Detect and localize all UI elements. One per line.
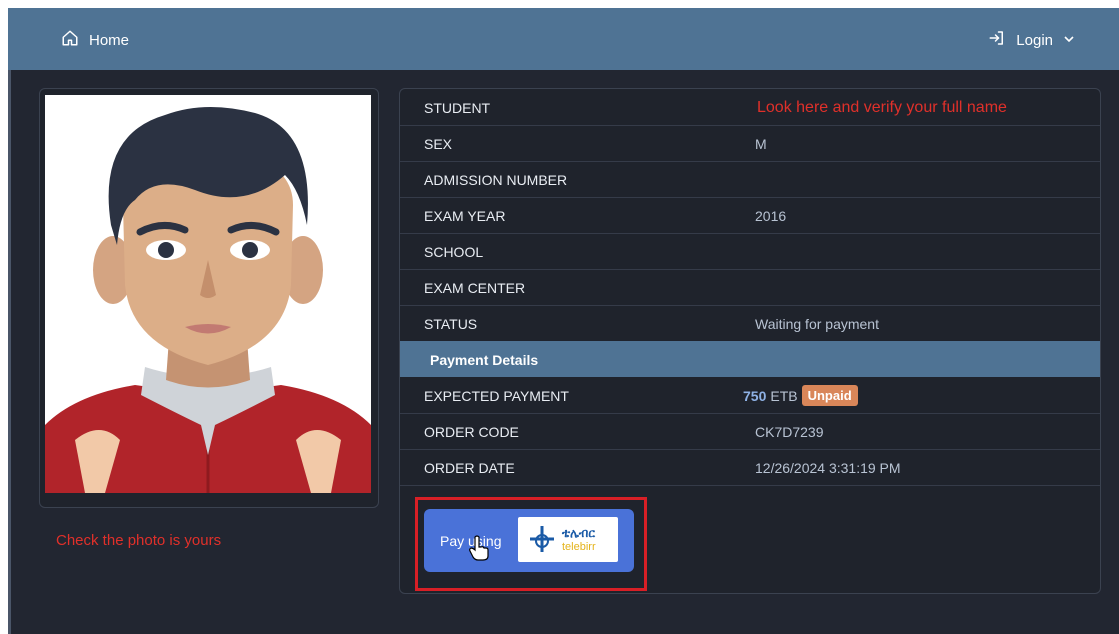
photo-card: [39, 88, 379, 508]
payment-currency: ETB: [770, 387, 798, 404]
exam-center-label: EXAM CENTER: [424, 280, 526, 296]
payment-details-header: Payment Details: [400, 341, 1100, 377]
hand-cursor-icon: [468, 535, 490, 566]
table-row: EXAM YEAR 2016: [400, 197, 1100, 234]
photo-caption: Check the photo is yours: [56, 532, 222, 549]
app-frame: Home Login Check the photo is yours STUD…: [8, 8, 1119, 634]
exam-year-value: 2016: [755, 208, 787, 224]
table-row: SCHOOL: [400, 233, 1100, 270]
table-row: STATUS Waiting for payment: [400, 305, 1100, 342]
expected-payment-label: EXPECTED PAYMENT: [424, 388, 569, 404]
sex-label: SEX: [424, 136, 453, 152]
top-navbar: Home Login: [8, 8, 1119, 70]
order-date-label: ORDER DATE: [424, 460, 515, 476]
admission-number-label: ADMISSION NUMBER: [424, 172, 568, 188]
unpaid-badge: Unpaid: [801, 385, 858, 406]
telebirr-amharic: ቴሌብር: [562, 526, 595, 540]
chevron-down-icon: [1063, 32, 1075, 49]
pay-telebirr-button[interactable]: Pay using ቴሌብር telebirr: [424, 509, 634, 572]
order-date-value: 12/26/2024 3:31:19 PM: [755, 460, 901, 476]
school-label: SCHOOL: [424, 244, 484, 260]
order-code-value: CK7D7239: [755, 424, 824, 440]
table-row: ORDER CODE CK7D7239: [400, 413, 1100, 450]
login-label: Login: [1016, 31, 1053, 49]
status-label: STATUS: [424, 316, 478, 332]
home-link[interactable]: Home: [61, 30, 129, 50]
table-row: ADMISSION NUMBER: [400, 161, 1100, 198]
exam-year-label: EXAM YEAR: [424, 208, 506, 224]
telebirr-mark-icon: [526, 523, 558, 560]
payment-details-title: Payment Details: [430, 352, 539, 368]
telebirr-name: telebirr: [562, 541, 596, 553]
payment-amount: 750: [743, 387, 767, 404]
home-label: Home: [89, 31, 130, 49]
expected-payment-value: 750 ETB Unpaid: [743, 385, 858, 406]
login-icon: [988, 29, 1006, 51]
table-row: EXAM CENTER: [400, 269, 1100, 306]
student-photo: [45, 95, 371, 493]
login-menu[interactable]: Login: [988, 30, 1075, 50]
table-row: SEX M: [400, 125, 1100, 162]
table-row: STUDENT Look here and verify your full n…: [400, 89, 1100, 126]
sex-value: M: [755, 136, 767, 152]
left-rail: [8, 70, 11, 634]
order-code-label: ORDER CODE: [424, 424, 519, 440]
table-row: EXPECTED PAYMENT 750 ETB Unpaid: [400, 377, 1100, 414]
verify-name-note: Look here and verify your full name: [757, 99, 1007, 116]
student-label: STUDENT: [424, 100, 491, 116]
telebirr-logo: ቴሌብር telebirr: [518, 517, 618, 562]
home-icon: [61, 29, 79, 51]
status-value: Waiting for payment: [755, 316, 879, 332]
table-row: ORDER DATE 12/26/2024 3:31:19 PM: [400, 449, 1100, 486]
